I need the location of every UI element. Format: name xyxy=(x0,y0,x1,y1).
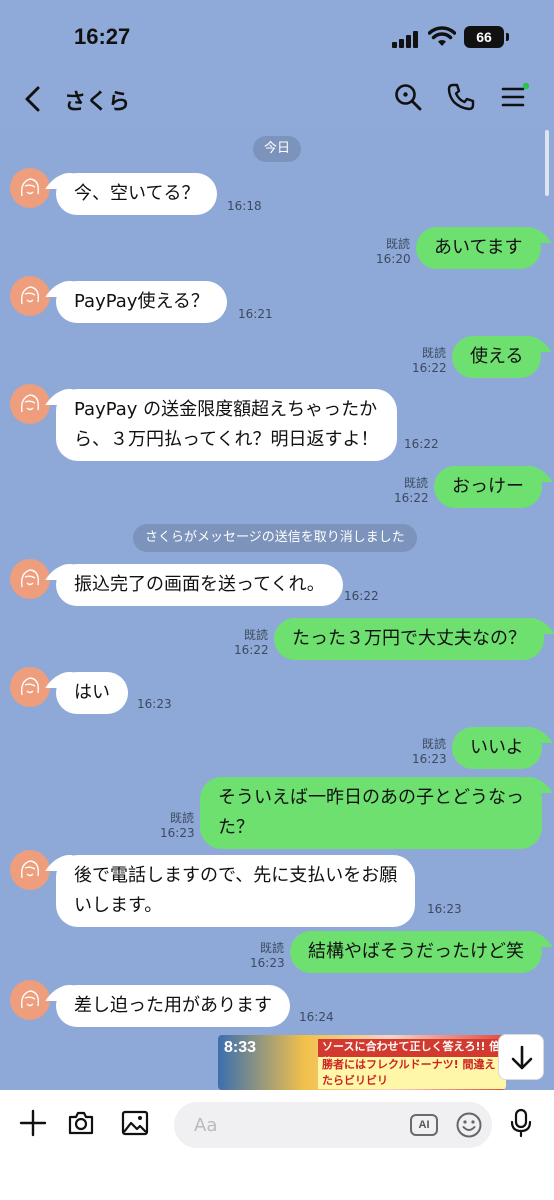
system-notice: さくらがメッセージの送信を取り消しました xyxy=(133,524,417,552)
date-separator: 今日 xyxy=(253,136,302,162)
message-text-line: いします。 xyxy=(74,895,163,916)
message-bubble-incoming[interactable]: 後で電話しますので、先に支払いをお願 いします。 xyxy=(56,855,416,927)
message-text: はい xyxy=(74,682,110,703)
avatar[interactable] xyxy=(10,276,50,316)
read-receipt: 既読 xyxy=(169,811,194,825)
message-time: 16:24 xyxy=(299,1010,334,1024)
signal-icon xyxy=(392,30,422,48)
message-time: 16:22 xyxy=(394,491,429,505)
message-bubble-incoming[interactable]: 今、空いてる？ xyxy=(56,173,218,215)
message-time: 16:22 xyxy=(234,643,269,657)
emoji-icon[interactable] xyxy=(455,1111,483,1139)
avatar[interactable] xyxy=(10,559,50,599)
message-text-line: た？ xyxy=(218,817,254,838)
ai-icon[interactable]: AI xyxy=(410,1114,438,1136)
scroll-to-bottom-button[interactable] xyxy=(498,1034,544,1080)
avatar[interactable] xyxy=(10,384,50,424)
message-bubble-incoming[interactable]: はい xyxy=(56,672,128,714)
message-bubble-outgoing[interactable]: 使える xyxy=(452,336,542,378)
message-text: 差し迫った用があります xyxy=(74,995,272,1016)
avatar[interactable] xyxy=(10,168,50,208)
menu-icon[interactable] xyxy=(499,82,529,112)
message-time: 16:23 xyxy=(250,956,285,970)
read-receipt: 既読 xyxy=(421,346,446,360)
message-bubble-outgoing[interactable]: たった３万円で大丈夫なの？ xyxy=(274,618,544,660)
back-icon[interactable] xyxy=(20,84,46,114)
message-time: 16:23 xyxy=(427,902,462,916)
status-bar: 16:27 66 xyxy=(0,0,554,70)
message-time: 16:22 xyxy=(344,589,379,603)
message-time: 16:21 xyxy=(238,307,273,321)
message-bubble-incoming[interactable]: 差し迫った用があります xyxy=(56,985,290,1027)
phone-icon[interactable] xyxy=(446,82,476,112)
message-text: いいよ xyxy=(470,737,524,758)
message-bubble-outgoing[interactable]: そういえば一昨日のあの子とどうなっ た？ xyxy=(200,777,542,849)
read-receipt: 既読 xyxy=(403,476,428,490)
message-time: 16:22 xyxy=(412,361,447,375)
chat-header: さくら xyxy=(0,70,554,130)
message-text-line: PayPay の送金限度額超えちゃったか xyxy=(74,399,378,420)
message-text-line: ら、３万円払ってくれ？明日返すよ！ xyxy=(74,429,379,450)
input-bar: AI xyxy=(0,1090,554,1200)
message-bubble-incoming[interactable]: 振込完了の画面を送ってくれ。 xyxy=(56,564,343,606)
message-bubble-outgoing[interactable]: 結構やばそうだったけど笑 xyxy=(290,931,542,973)
video-clock-text: 8:33 xyxy=(224,1039,257,1056)
message-text: 使える xyxy=(470,346,524,367)
search-icon[interactable] xyxy=(393,82,423,112)
message-time: 16:23 xyxy=(160,826,195,840)
image-icon[interactable] xyxy=(120,1108,150,1138)
message-time: 16:23 xyxy=(412,752,447,766)
message-text: 結構やばそうだったけど笑 xyxy=(308,941,524,962)
status-time: 16:27 xyxy=(74,24,131,49)
message-text: あいてます xyxy=(434,237,523,258)
message-input[interactable] xyxy=(174,1102,492,1148)
message-text: おっけー xyxy=(452,476,524,497)
message-time: 16:18 xyxy=(227,199,262,213)
message-time: 16:22 xyxy=(404,437,439,451)
avatar[interactable] xyxy=(10,667,50,707)
plus-icon[interactable] xyxy=(18,1108,48,1138)
message-text: PayPay使える？ xyxy=(74,291,209,312)
read-receipt: 既読 xyxy=(243,628,268,642)
avatar[interactable] xyxy=(10,850,50,890)
message-text: 振込完了の画面を送ってくれ。 xyxy=(74,574,325,595)
message-bubble-incoming[interactable]: PayPay使える？ xyxy=(56,281,227,323)
message-bubble-outgoing[interactable]: あいてます xyxy=(416,227,541,269)
message-bubble-outgoing[interactable]: おっけー xyxy=(434,466,542,508)
video-thumbnail[interactable]: 8:33 ソースに合わせて正しく答えろ!! 倍倍FIGHT 勝者にはフレクルドー… xyxy=(218,1035,506,1090)
message-text-line: 後で電話しますので、先に支払いをお願 xyxy=(74,865,398,886)
message-list[interactable]: 今日 今、空いてる？ 16:18 既読 16:20 あいてます PayPay使え… xyxy=(0,130,554,1090)
camera-icon[interactable] xyxy=(66,1108,96,1138)
chat-title: さくら xyxy=(64,90,131,115)
message-time: 16:20 xyxy=(376,252,411,266)
arrow-down-icon xyxy=(511,1045,533,1070)
avatar[interactable] xyxy=(10,980,50,1020)
message-text: 今、空いてる？ xyxy=(74,183,200,204)
read-receipt: 既読 xyxy=(385,237,410,251)
wifi-icon xyxy=(428,26,456,46)
video-caption-bottom: 勝者にはフレクルドーナツ! 間違えたらビリビリ xyxy=(318,1057,506,1089)
message-time: 16:23 xyxy=(137,697,172,711)
read-receipt: 既読 xyxy=(259,941,284,955)
message-text: たった３万円で大丈夫なの？ xyxy=(292,628,526,649)
battery-indicator: 66 xyxy=(464,26,509,48)
scrollbar[interactable] xyxy=(545,130,549,196)
microphone-icon[interactable] xyxy=(506,1108,536,1138)
message-text-line: そういえば一昨日のあの子とどうなっ xyxy=(218,787,524,808)
message-bubble-incoming[interactable]: PayPay の送金限度額超えちゃったか ら、３万円払ってくれ？明日返すよ！ xyxy=(56,389,397,461)
read-receipt: 既読 xyxy=(421,737,446,751)
message-bubble-outgoing[interactable]: いいよ xyxy=(452,727,542,769)
